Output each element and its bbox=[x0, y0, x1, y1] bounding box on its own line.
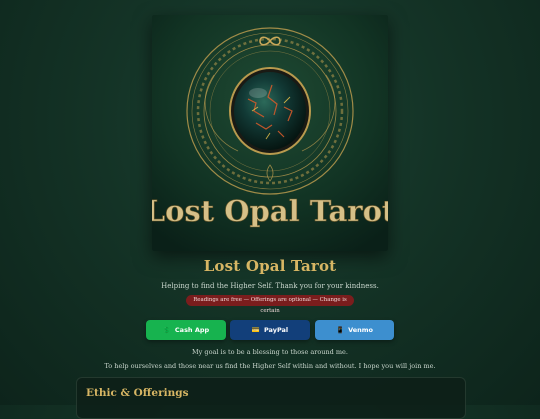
intro-line-2: To help ourselves and those near us find… bbox=[104, 362, 436, 370]
hero-logo-image: Lost Opal Tarot bbox=[152, 15, 388, 251]
venmo-button[interactable]: 📱 Venmo bbox=[315, 320, 394, 340]
ethic-offerings-card: Ethic & Offerings bbox=[76, 377, 466, 419]
free-readings-badge: Readings are free — Offerings are option… bbox=[186, 295, 354, 314]
card-icon: 💳 bbox=[251, 326, 260, 334]
ethic-offerings-heading: Ethic & Offerings bbox=[86, 387, 189, 399]
opal-orb bbox=[229, 67, 311, 155]
phone-icon: 📱 bbox=[335, 326, 345, 334]
paypal-button[interactable]: 💳 PayPal bbox=[230, 320, 310, 340]
cash-app-label: Cash App bbox=[174, 326, 210, 334]
paypal-label: PayPal bbox=[263, 326, 289, 334]
venmo-label: Venmo bbox=[348, 326, 374, 334]
dollar-icon: 💲 bbox=[162, 326, 171, 334]
site-title: Lost Opal Tarot bbox=[203, 257, 337, 275]
logo-text: Lost Opal Tarot bbox=[152, 194, 388, 228]
tagline: Helping to find the Higher Self. Thank y… bbox=[161, 282, 379, 290]
cash-app-button[interactable]: 💲 Cash App bbox=[146, 320, 226, 340]
intro-line-1: My goal is to be a blessing to those aro… bbox=[192, 348, 348, 356]
